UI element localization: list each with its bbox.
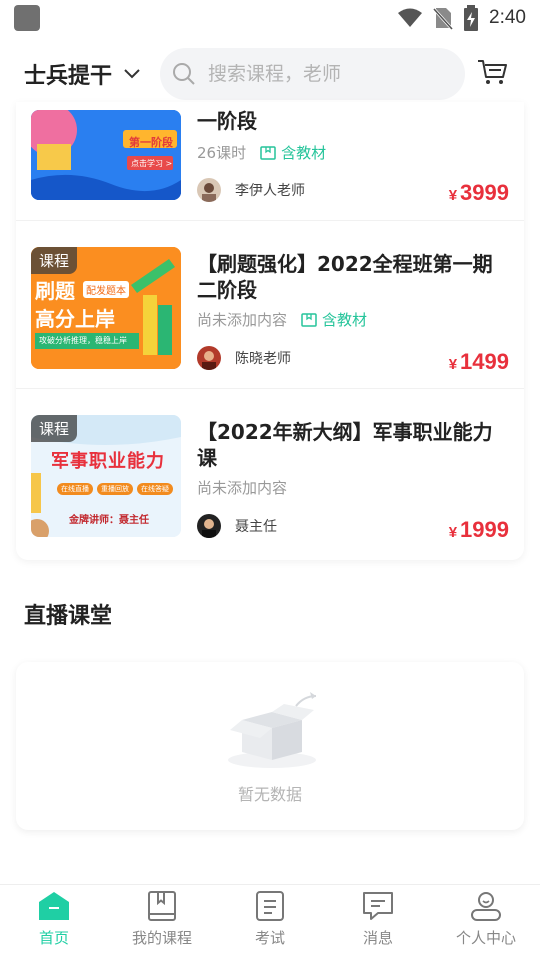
search-icon bbox=[173, 63, 195, 85]
course-title: 【2022年新大纲】军事职业能力课 bbox=[197, 420, 493, 470]
teacher-avatar bbox=[197, 346, 221, 370]
course-status: 尚未添加内容 bbox=[197, 479, 288, 497]
thumbnail-subtitle: 攻破分析推理，稳稳上岸 bbox=[39, 336, 127, 345]
textbook-icon bbox=[260, 145, 276, 160]
nav-messages[interactable]: 消息 bbox=[324, 885, 432, 960]
price-value: 3999 bbox=[460, 180, 509, 205]
course-badge: 课程 bbox=[31, 247, 78, 274]
thumbnail-lecturer: 金牌讲师：聂主任 bbox=[69, 515, 149, 526]
course-meta: 尚未添加内容 含教材 bbox=[197, 309, 367, 330]
teacher-info: 陈晓老师 bbox=[197, 346, 291, 370]
teacher-name: 李伊人老师 bbox=[235, 183, 305, 199]
course-price: ¥3999 bbox=[449, 180, 509, 206]
exam-icon bbox=[256, 891, 284, 921]
thumbnail-headline: 刷题 bbox=[35, 279, 75, 303]
profile-icon bbox=[471, 892, 501, 921]
textbook-tag-label: 含教材 bbox=[281, 144, 327, 162]
nav-home[interactable]: 首页 bbox=[0, 885, 108, 960]
chevron-down-icon bbox=[124, 69, 140, 79]
course-price: ¥1999 bbox=[449, 517, 509, 543]
textbook-tag-label: 含教材 bbox=[322, 311, 368, 329]
thumbnail-button-text: 点击学习 > bbox=[131, 159, 173, 168]
search-bar[interactable] bbox=[160, 48, 465, 100]
course-meta: 26课时 含教材 bbox=[197, 142, 326, 163]
thumbnail-stamp: 配发题本 bbox=[83, 281, 129, 298]
no-sim-icon bbox=[433, 7, 454, 30]
thumbnail-chips: 在线直播 重播回放 在线答疑 bbox=[57, 483, 173, 495]
teacher-info: 聂主任 bbox=[197, 514, 277, 538]
thumbnail-chip: 重播回放 bbox=[97, 483, 133, 495]
lesson-count: 26课时 bbox=[197, 144, 247, 162]
thumbnail-headline: 军事职业能力 bbox=[51, 451, 165, 472]
wifi-icon bbox=[398, 8, 423, 27]
teacher-avatar bbox=[197, 178, 221, 202]
nav-my-courses[interactable]: 我的课程 bbox=[108, 885, 216, 960]
message-icon bbox=[363, 892, 393, 920]
battery-charging-icon bbox=[464, 5, 479, 31]
price-value: 1499 bbox=[460, 349, 509, 374]
course-item[interactable]: 课程 刷题 配发题本 高分上岸 攻破分析推理，稳稳上岸 【刷题强化】2022全程… bbox=[16, 220, 524, 388]
thumbnail-headline-2: 高分上岸 bbox=[35, 307, 115, 331]
teacher-avatar bbox=[197, 514, 221, 538]
clock: 2:40 bbox=[489, 7, 526, 28]
nav-label: 考试 bbox=[254, 929, 285, 947]
status-bar: 2:40 bbox=[0, 0, 540, 36]
textbook-tag: 含教材 bbox=[301, 309, 367, 330]
nav-label: 首页 bbox=[38, 929, 69, 947]
cart-icon[interactable] bbox=[476, 58, 508, 86]
nav-label: 个人中心 bbox=[455, 929, 516, 947]
thumbnail-chip: 在线直播 bbox=[57, 483, 93, 495]
nav-label: 消息 bbox=[362, 929, 393, 947]
live-section-title: 直播课堂 bbox=[24, 604, 113, 629]
textbook-tag: 含教材 bbox=[260, 142, 326, 163]
course-thumbnail: 课程 军事职业能力 在线直播 重播回放 在线答疑 金牌讲师：聂主任 bbox=[31, 415, 181, 537]
app-notification-icon bbox=[14, 5, 40, 31]
empty-box-icon bbox=[228, 692, 317, 768]
course-thumbnail: 课程 刷题 配发题本 高分上岸 攻破分析推理，稳稳上岸 bbox=[31, 247, 181, 369]
region-label: 士兵提干 bbox=[24, 64, 113, 89]
thumbnail-chip: 在线答疑 bbox=[137, 483, 173, 495]
course-list: 第一阶段 点击学习 > 一阶段 26课时 含教材 李伊人老师 ¥3999 课程 … bbox=[16, 102, 524, 560]
course-item[interactable]: 课程 军事职业能力 在线直播 重播回放 在线答疑 金牌讲师：聂主任 【2022年… bbox=[16, 388, 524, 556]
status-indicators: 2:40 bbox=[397, 5, 526, 31]
book-icon bbox=[148, 891, 176, 921]
nav-label: 我的课程 bbox=[131, 929, 192, 947]
bottom-navigation: 首页 我的课程 考试 消息 个人中心 bbox=[0, 884, 540, 960]
empty-state-text: 暂无数据 bbox=[237, 785, 302, 804]
course-title: 一阶段 bbox=[197, 109, 257, 133]
nav-profile[interactable]: 个人中心 bbox=[432, 885, 540, 960]
teacher-name: 陈晓老师 bbox=[235, 351, 291, 367]
top-header: 士兵提干 bbox=[0, 46, 540, 102]
currency-symbol: ¥ bbox=[448, 356, 458, 373]
price-value: 1999 bbox=[460, 517, 509, 542]
course-meta: 尚未添加内容 bbox=[197, 477, 287, 498]
course-badge: 课程 bbox=[31, 415, 78, 442]
teacher-info: 李伊人老师 bbox=[197, 178, 305, 202]
course-price: ¥1499 bbox=[449, 349, 509, 375]
nav-exam[interactable]: 考试 bbox=[216, 885, 324, 960]
course-thumbnail-illustration bbox=[31, 110, 181, 200]
textbook-icon bbox=[301, 312, 317, 327]
region-selector[interactable]: 士兵提干 bbox=[24, 58, 140, 90]
course-thumbnail: 第一阶段 点击学习 > bbox=[31, 110, 181, 200]
currency-symbol: ¥ bbox=[448, 524, 458, 541]
course-status: 尚未添加内容 bbox=[197, 311, 288, 329]
search-input[interactable] bbox=[208, 63, 448, 85]
course-item[interactable]: 第一阶段 点击学习 > 一阶段 26课时 含教材 李伊人老师 ¥3999 bbox=[16, 102, 524, 220]
live-card: 暂无数据 bbox=[16, 662, 524, 830]
currency-symbol: ¥ bbox=[448, 187, 458, 204]
thumbnail-banner-text: 第一阶段 bbox=[129, 136, 173, 149]
home-icon bbox=[39, 892, 69, 920]
course-title: 【刷题强化】2022全程班第一期二阶段 bbox=[197, 252, 493, 302]
teacher-name: 聂主任 bbox=[235, 519, 277, 535]
